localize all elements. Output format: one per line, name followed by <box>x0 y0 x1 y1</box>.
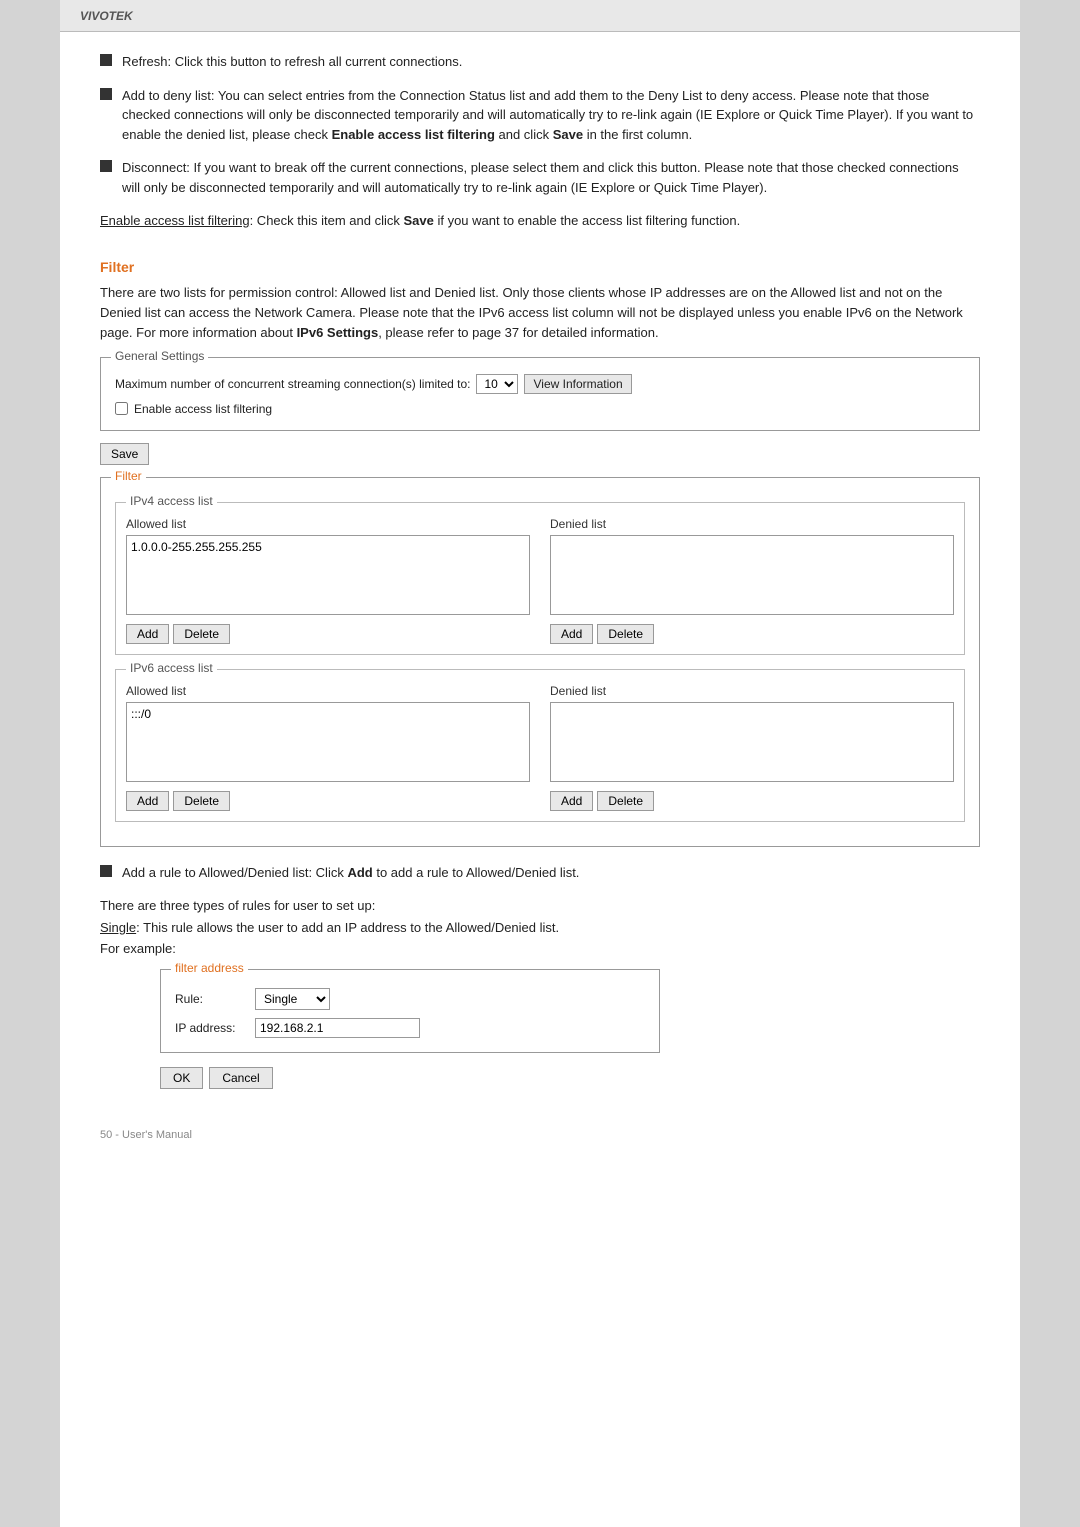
concurrent-row: Maximum number of concurrent streaming c… <box>115 374 965 394</box>
ipv6-denied-label: Denied list <box>550 684 954 698</box>
filter-address-box: filter address Rule: Single Network Rang… <box>160 969 660 1053</box>
ip-input[interactable] <box>255 1018 420 1038</box>
general-settings-title: General Settings <box>111 349 208 363</box>
bullet-text-refresh: Refresh: Click this button to refresh al… <box>122 52 980 72</box>
footer-text: 50 - User's Manual <box>100 1119 980 1141</box>
enable-access-underline: Enable access list filtering <box>100 213 250 228</box>
save-button[interactable]: Save <box>100 443 149 465</box>
ipv4-allowed-delete-button[interactable]: Delete <box>173 624 230 644</box>
filter-desc-text2: , please refer to page 37 for detailed i… <box>378 325 658 340</box>
action-buttons: OK Cancel <box>160 1067 980 1089</box>
cancel-button[interactable]: Cancel <box>209 1067 272 1089</box>
filter-heading: Filter <box>100 259 980 275</box>
ipv6-section-title: IPv6 access list <box>126 661 217 675</box>
filter-box-title: Filter <box>111 469 146 483</box>
rule-select[interactable]: Single Network Range <box>255 988 330 1010</box>
bullet-text-add-deny: Add to deny list: You can select entries… <box>122 86 980 145</box>
ipv4-allowed-col: Allowed list 1.0.0.0-255.255.255.255 Add… <box>126 517 530 644</box>
enable-access-checkbox[interactable] <box>115 402 128 415</box>
bullet-text-add-rule: Add a rule to Allowed/Denied list: Click… <box>122 863 980 883</box>
ipv4-allowed-label: Allowed list <box>126 517 530 531</box>
ipv6-allowed-add-button[interactable]: Add <box>126 791 169 811</box>
rule-label: Rule: <box>175 992 255 1006</box>
concurrent-label: Maximum number of concurrent streaming c… <box>115 377 470 391</box>
ipv4-denied-col: Denied list Add Delete <box>550 517 954 644</box>
ipv6-denied-textarea[interactable] <box>550 702 954 782</box>
enable-access-rest2: if you want to enable the access list fi… <box>434 213 740 228</box>
general-settings-box: General Settings Maximum number of concu… <box>100 357 980 431</box>
bullet-text-disconnect: Disconnect: If you want to break off the… <box>122 158 980 197</box>
ipv4-denied-delete-button[interactable]: Delete <box>597 624 654 644</box>
single-rest: : This rule allows the user to add an IP… <box>136 920 559 935</box>
ipv4-denied-label: Denied list <box>550 517 954 531</box>
types-intro: There are three types of rules for user … <box>100 896 980 916</box>
ip-label: IP address: <box>175 1021 255 1035</box>
bullet-icon-add-rule <box>100 865 112 877</box>
ipv6-allowed-buttons: Add Delete <box>126 791 530 811</box>
ipv6-denied-add-button[interactable]: Add <box>550 791 593 811</box>
filter-description: There are two lists for permission contr… <box>100 283 980 343</box>
ipv4-list-columns: Allowed list 1.0.0.0-255.255.255.255 Add… <box>126 517 954 644</box>
rule-row: Rule: Single Network Range <box>175 988 645 1010</box>
single-rule-text: Single: This rule allows the user to add… <box>100 918 980 938</box>
filter-address-title: filter address <box>171 961 248 975</box>
add-rule-rest: to add a rule to Allowed/Denied list. <box>373 865 580 880</box>
ip-row: IP address: <box>175 1018 645 1038</box>
ipv6-allowed-textarea[interactable]: :::/0 <box>126 702 530 782</box>
ipv6-allowed-delete-button[interactable]: Delete <box>173 791 230 811</box>
ipv6-access-list-section: IPv6 access list Allowed list :::/0 Add … <box>115 669 965 822</box>
bullet-icon-disconnect <box>100 160 112 172</box>
header-bar: VIVOTEK <box>60 0 1020 32</box>
bullet-add-rule: Add a rule to Allowed/Denied list: Click… <box>100 863 980 883</box>
add-rule-bold: Add <box>347 865 372 880</box>
ipv6-denied-col: Denied list Add Delete <box>550 684 954 811</box>
bullet-refresh: Refresh: Click this button to refresh al… <box>100 52 980 72</box>
enable-access-note: Enable access list filtering: Check this… <box>100 211 980 231</box>
ipv4-denied-textarea[interactable] <box>550 535 954 615</box>
bullet-icon-add-deny <box>100 88 112 100</box>
for-example-text: For example: <box>100 939 980 959</box>
ok-button[interactable]: OK <box>160 1067 203 1089</box>
enable-checkbox-row: Enable access list filtering <box>115 402 965 416</box>
view-information-button[interactable]: View Information <box>524 374 631 394</box>
bullet-disconnect: Disconnect: If you want to break off the… <box>100 158 980 197</box>
ipv6-allowed-col: Allowed list :::/0 Add Delete <box>126 684 530 811</box>
ipv4-section-title: IPv4 access list <box>126 494 217 508</box>
filter-ipv6-bold: IPv6 Settings <box>297 325 379 340</box>
bullet-add-deny: Add to deny list: You can select entries… <box>100 86 980 145</box>
enable-access-colon: : Check this item and click <box>250 213 404 228</box>
bullet-icon-refresh <box>100 54 112 66</box>
ipv6-denied-buttons: Add Delete <box>550 791 954 811</box>
single-underline: Single <box>100 920 136 935</box>
enable-access-label: Enable access list filtering <box>134 402 272 416</box>
ipv6-list-columns: Allowed list :::/0 Add Delete Denied lis… <box>126 684 954 811</box>
ipv4-denied-buttons: Add Delete <box>550 624 954 644</box>
ipv4-allowed-textarea[interactable]: 1.0.0.0-255.255.255.255 <box>126 535 530 615</box>
enable-access-save-bold: Save <box>403 213 433 228</box>
add-rule-text: Add a rule to Allowed/Denied list: Click <box>122 865 347 880</box>
ipv4-allowed-buttons: Add Delete <box>126 624 530 644</box>
ipv6-denied-delete-button[interactable]: Delete <box>597 791 654 811</box>
brand-logo: VIVOTEK <box>80 9 133 23</box>
ipv4-access-list-section: IPv4 access list Allowed list 1.0.0.0-25… <box>115 502 965 655</box>
concurrent-select[interactable]: 10 1234 56789 <box>476 374 518 394</box>
filter-box: Filter IPv4 access list Allowed list 1.0… <box>100 477 980 847</box>
ipv6-allowed-label: Allowed list <box>126 684 530 698</box>
ipv4-allowed-add-button[interactable]: Add <box>126 624 169 644</box>
ipv4-denied-add-button[interactable]: Add <box>550 624 593 644</box>
